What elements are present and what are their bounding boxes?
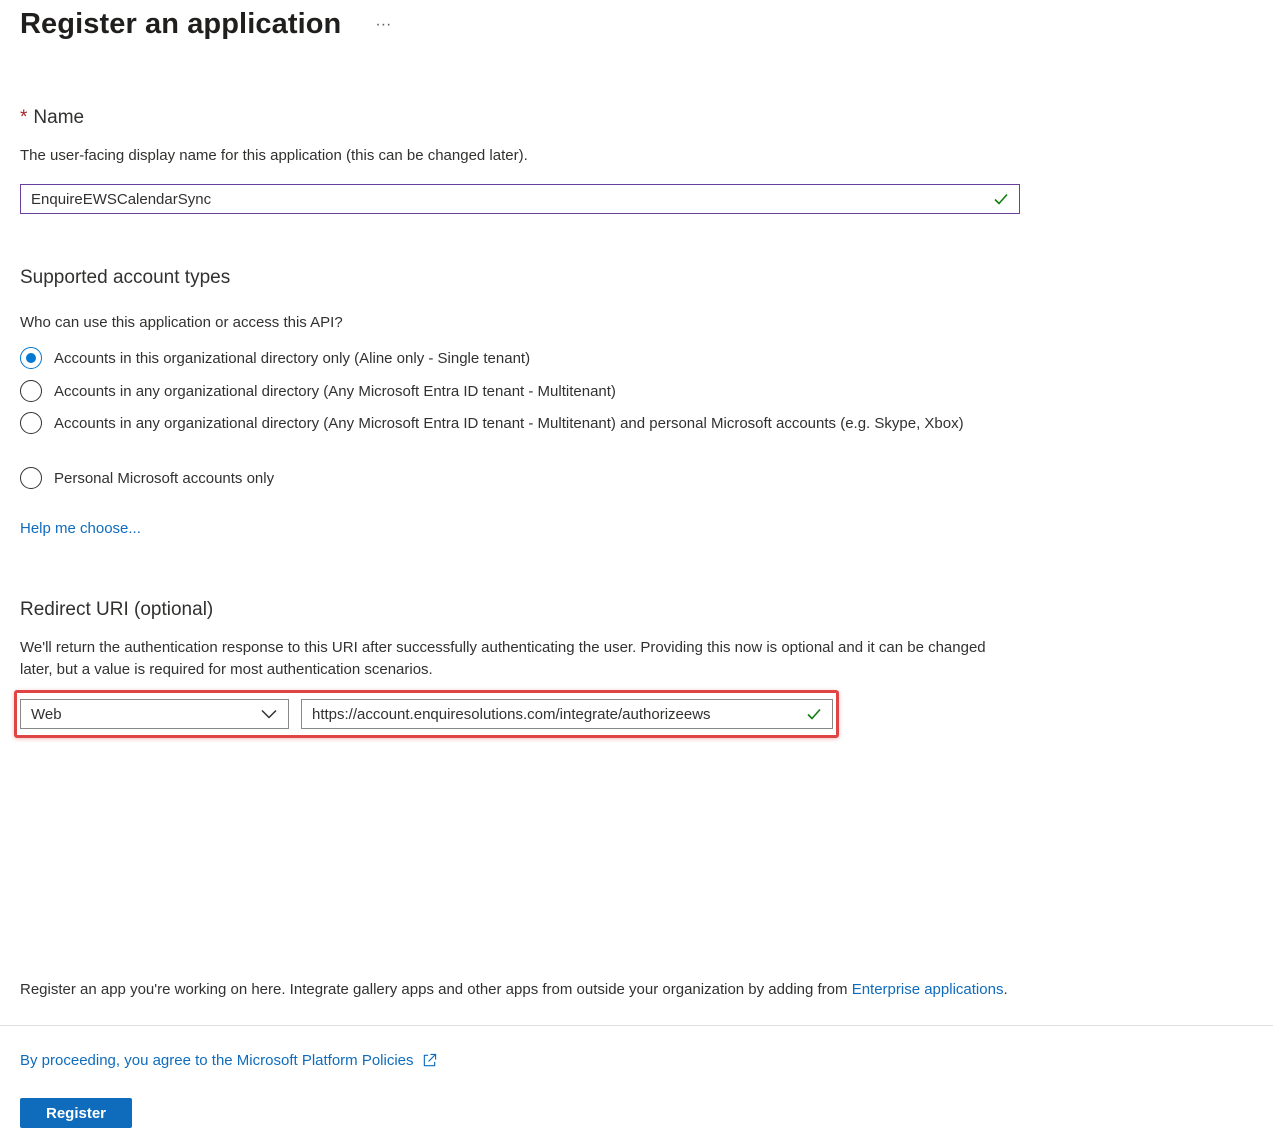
enterprise-applications-link[interactable]: Enterprise applications [852, 981, 1004, 998]
platform-select[interactable]: Web [20, 699, 289, 729]
account-option-label: Accounts in any organizational directory… [54, 383, 616, 400]
radio-unselected-icon[interactable] [20, 412, 42, 434]
account-option-multitenant-personal[interactable]: Accounts in any organizational directory… [20, 412, 1004, 435]
footer-note-text: Register an app you're working on here. … [20, 981, 852, 998]
footer-note-end: . [1003, 981, 1008, 998]
account-option-personal-only[interactable]: Personal Microsoft accounts only [20, 467, 1004, 490]
redirect-heading: Redirect URI (optional) [20, 599, 214, 620]
valid-check-icon [807, 708, 821, 720]
redirect-uri-input[interactable]: https://account.enquiresolutions.com/int… [301, 699, 833, 729]
account-option-label: Accounts in this organizational director… [54, 350, 531, 367]
redirect-uri-value: https://account.enquiresolutions.com/int… [312, 705, 711, 723]
required-asterisk: * [20, 107, 28, 128]
footer-divider [0, 1025, 1273, 1026]
register-button[interactable]: Register [20, 1098, 132, 1128]
account-option-single-tenant[interactable]: Accounts in this organizational director… [20, 347, 1004, 370]
radio-selected-icon[interactable] [20, 347, 42, 369]
account-types-question: Who can use this application or access t… [20, 314, 343, 331]
name-description: The user-facing display name for this ap… [20, 147, 528, 164]
name-heading-text: Name [33, 107, 85, 128]
chevron-down-icon [261, 709, 277, 719]
platform-policies-text: By proceeding, you agree to the Microsof… [20, 1052, 414, 1069]
platform-select-value: Web [31, 705, 62, 723]
footer-note: Register an app you're working on here. … [20, 979, 1008, 1001]
account-option-label: Accounts in any organizational directory… [54, 415, 964, 432]
name-input-value: EnquireEWSCalendarSync [31, 190, 212, 208]
title-row: Register an application ··· [20, 8, 397, 41]
account-types-heading: Supported account types [20, 267, 231, 288]
name-input[interactable]: EnquireEWSCalendarSync [20, 184, 1020, 214]
name-heading: * Name [20, 107, 84, 129]
radio-unselected-icon[interactable] [20, 467, 42, 489]
redirect-description: We'll return the authentication response… [20, 639, 986, 678]
help-me-choose-link[interactable]: Help me choose... [20, 520, 141, 537]
more-options-button[interactable]: ··· [369, 15, 397, 35]
page-title: Register an application [20, 8, 342, 40]
external-link-icon [423, 1053, 436, 1067]
account-option-multitenant[interactable]: Accounts in any organizational directory… [20, 380, 1004, 403]
radio-unselected-icon[interactable] [20, 380, 42, 402]
account-option-label: Personal Microsoft accounts only [54, 470, 275, 487]
valid-check-icon [994, 193, 1008, 205]
platform-policies-link[interactable]: By proceeding, you agree to the Microsof… [20, 1052, 437, 1069]
register-app-page: Register an application ··· * Name The us… [0, 0, 1273, 1145]
